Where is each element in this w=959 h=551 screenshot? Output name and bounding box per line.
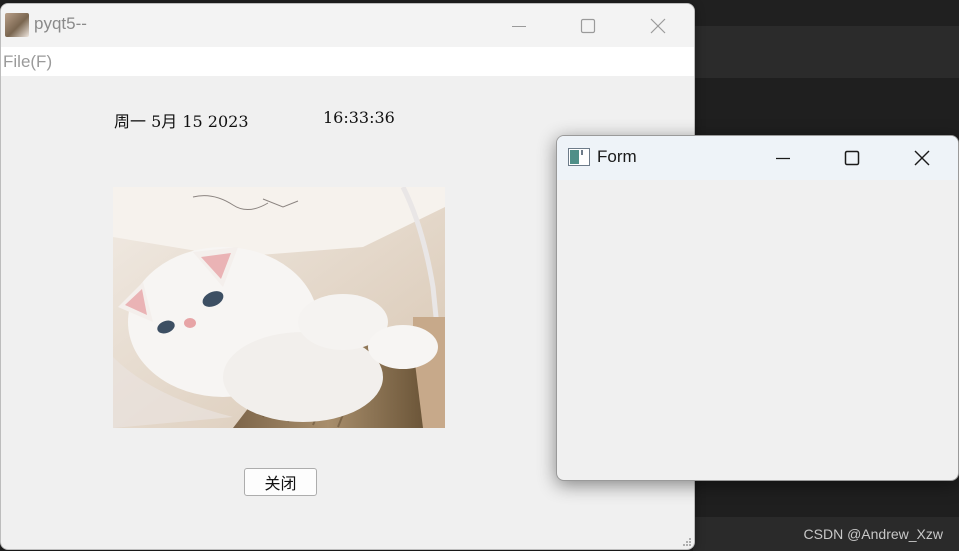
form-window: Form bbox=[556, 135, 959, 481]
form-maximize-button[interactable] bbox=[817, 136, 887, 180]
background-editor-panel bbox=[693, 26, 959, 78]
maximize-icon bbox=[844, 150, 860, 166]
form-minimize-button[interactable] bbox=[748, 136, 818, 180]
qt-window-icon bbox=[568, 148, 590, 166]
form-titlebar[interactable]: Form bbox=[557, 136, 958, 180]
close-icon bbox=[650, 18, 666, 33]
cat-photo-icon bbox=[5, 13, 29, 37]
close-window-button[interactable] bbox=[624, 4, 692, 47]
form-title: Form bbox=[597, 147, 637, 166]
menu-file[interactable]: File(F) bbox=[3, 52, 52, 72]
form-close-button[interactable] bbox=[887, 136, 957, 180]
time-label: 16:33:36 bbox=[323, 108, 395, 127]
resize-grip-icon[interactable] bbox=[682, 537, 692, 547]
window-title: pyqt5-- bbox=[34, 14, 87, 33]
main-titlebar[interactable]: pyqt5-- bbox=[1, 4, 694, 47]
background-editor-topbar bbox=[693, 0, 959, 26]
menubar: File(F) bbox=[1, 47, 694, 76]
close-button[interactable]: 关闭 bbox=[244, 468, 317, 496]
maximize-icon bbox=[580, 18, 596, 33]
minimize-icon bbox=[512, 25, 526, 27]
date-label: 周一 5月 15 2023 bbox=[114, 112, 249, 131]
cat-illustration bbox=[113, 187, 445, 428]
minimize-button[interactable] bbox=[485, 4, 553, 47]
minimize-icon bbox=[776, 157, 790, 160]
close-icon bbox=[914, 150, 930, 166]
cat-photo bbox=[113, 187, 445, 428]
maximize-button[interactable] bbox=[554, 4, 622, 47]
watermark: CSDN @Andrew_Xzw bbox=[803, 526, 943, 542]
